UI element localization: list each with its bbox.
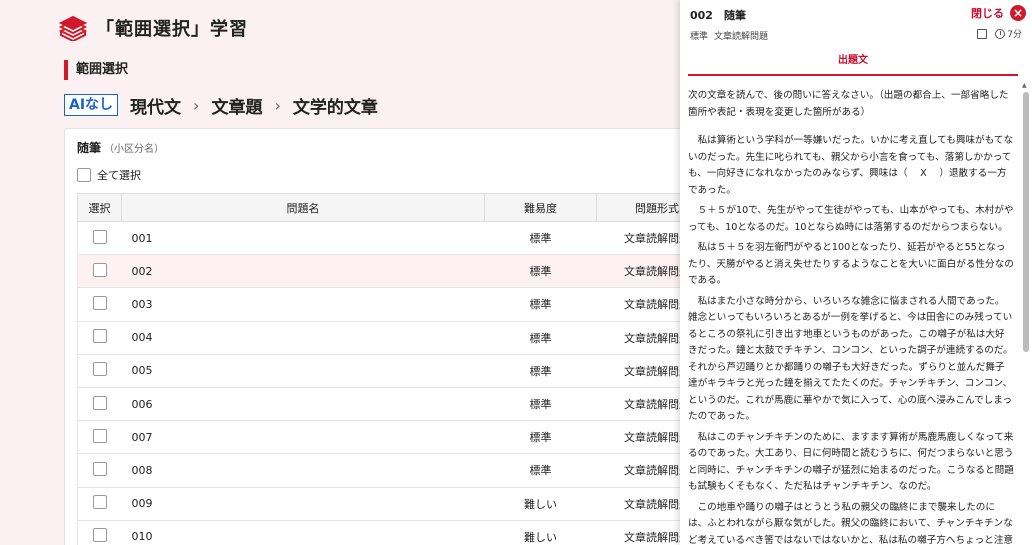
row-checkbox[interactable] <box>92 395 107 410</box>
row-select[interactable] <box>77 321 122 355</box>
passage-text: 次の文章を読んで、後の問いに答えなさい。（出題の都合上、一部省略した箇所や表記・… <box>688 88 1014 545</box>
panel-heading: 002 随筆 <box>690 7 746 23</box>
select-all-label: 全て選択 <box>97 169 141 182</box>
document-icon <box>977 28 988 39</box>
table-row[interactable]: 001 標準 文章読解問題 <box>77 221 718 256</box>
table-row[interactable]: 006 標準 文章読解問題 <box>77 387 718 422</box>
table-row[interactable]: 002 標準 文章読解問題 <box>77 254 718 289</box>
passage-intro: 次の文章を読んで、後の問いに答えなさい。（出題の都合上、一部省略した箇所や表記・… <box>688 90 1009 118</box>
close-label: 閉じる <box>971 7 1004 20</box>
row-select[interactable] <box>77 254 122 289</box>
question-id: 002 <box>690 9 713 22</box>
question-name[interactable]: 006 <box>121 387 485 422</box>
app-header: 「範囲選択」学習 <box>0 0 680 56</box>
column-header-select: 選択 <box>77 193 122 222</box>
scroll-up-icon[interactable]: ▲ <box>1022 82 1027 89</box>
question-name[interactable]: 008 <box>121 453 485 488</box>
card-title: 随筆 （小区分名） <box>77 139 164 156</box>
row-select[interactable] <box>77 487 122 521</box>
table-row[interactable]: 009 難しい 文章読解問題 <box>77 487 718 521</box>
panel-scrollbar[interactable]: ▲ <box>1022 80 1030 545</box>
passage-paragraph: ５＋５が10で、先生がやって生徒がやっても、山本がやっても、木村がやっても、10… <box>688 205 1014 233</box>
tab-passage[interactable]: 出題文 <box>688 50 1018 76</box>
table-row[interactable]: 008 標準 文章読解問題 <box>77 453 718 488</box>
question-difficulty: 標準 <box>484 321 597 355</box>
row-select[interactable] <box>77 387 122 422</box>
table-row[interactable]: 004 標準 文章読解問題 <box>77 321 718 355</box>
question-difficulty: 難しい <box>484 487 597 521</box>
passage-paragraph: この地車や踊りの囃子はとうとう私の親父の臨終にまで襲来したのには、ふとわれながら… <box>688 501 1014 545</box>
question-difficulty: 標準 <box>484 453 597 488</box>
row-checkbox[interactable] <box>92 229 107 244</box>
passage-paragraph: 私は算術という学科が一等嫌いだった。いかに考え直しても興味がもてないのだった。先… <box>688 135 1014 196</box>
row-checkbox[interactable] <box>92 461 107 476</box>
question-category: 随筆 <box>723 9 746 22</box>
question-name[interactable]: 003 <box>121 287 485 322</box>
question-name[interactable]: 004 <box>121 321 485 355</box>
chevron-right-icon: › <box>274 95 281 115</box>
row-checkbox[interactable] <box>92 329 107 344</box>
meta-difficulty: 標準 <box>690 32 709 42</box>
question-name[interactable]: 010 <box>121 520 485 545</box>
scroll-thumb[interactable] <box>1023 92 1029 352</box>
question-name[interactable]: 009 <box>121 487 485 521</box>
row-checkbox[interactable] <box>92 428 107 443</box>
question-name[interactable]: 001 <box>121 221 485 256</box>
breadcrumb: AIなし 現代文 › 文章題 › 文学的文章 <box>64 93 378 118</box>
column-header-name: 問題名 <box>121 193 485 222</box>
passage-paragraph: 私はこのチャンチキチンのために、ますます算術が馬鹿馬鹿しくなって来るのであった。… <box>688 431 1014 493</box>
column-header-difficulty: 難易度 <box>484 193 597 222</box>
row-select[interactable] <box>77 420 122 455</box>
app-title: 「範囲選択」学習 <box>96 19 248 40</box>
row-select[interactable] <box>77 287 122 322</box>
row-checkbox[interactable] <box>92 495 107 510</box>
question-difficulty: 難しい <box>484 520 597 545</box>
row-select[interactable] <box>77 453 122 488</box>
ai-badge: AIなし <box>64 94 119 116</box>
select-all-checkbox[interactable] <box>77 168 91 182</box>
close-icon[interactable]: × <box>1010 5 1026 21</box>
time-limit: 7分 <box>1007 30 1022 40</box>
question-difficulty: 標準 <box>484 254 597 289</box>
category-name: 随筆 <box>77 141 102 155</box>
question-difficulty: 標準 <box>484 387 597 422</box>
chevron-right-icon: › <box>193 95 200 115</box>
question-table: 選択 問題名 難易度 問題形式 001 標準 文章読解問題 002 標準 文章読解問題 00… <box>77 193 718 545</box>
row-checkbox[interactable] <box>92 362 107 377</box>
row-checkbox[interactable] <box>92 295 107 310</box>
question-info-icons: 7分 <box>977 27 1022 40</box>
row-select[interactable] <box>77 520 122 545</box>
clock-icon <box>995 28 1006 39</box>
select-all[interactable]: 全て選択 <box>77 167 141 183</box>
question-difficulty: 標準 <box>484 221 597 256</box>
question-difficulty: 標準 <box>484 354 597 388</box>
question-difficulty: 標準 <box>484 287 597 322</box>
question-meta: 標準 文章読解問題 <box>690 29 774 42</box>
meta-format: 文章読解問題 <box>714 32 769 42</box>
books-icon <box>58 15 88 41</box>
row-select[interactable] <box>77 221 122 256</box>
row-checkbox[interactable] <box>92 528 107 543</box>
table-row[interactable]: 003 標準 文章読解問題 <box>77 287 718 322</box>
table-row[interactable]: 010 難しい 文章読解問題 <box>77 520 718 545</box>
passage-paragraph: 私は５＋５を羽左衛門がやると100となったり、延若がやると55となったり、天勝が… <box>688 242 1014 286</box>
table-row[interactable]: 007 標準 文章読解問題 <box>77 420 718 455</box>
category-subtitle: （小区分名） <box>104 144 165 155</box>
question-name[interactable]: 007 <box>121 420 485 455</box>
section-label: 範囲選択 <box>64 60 128 80</box>
question-name[interactable]: 005 <box>121 354 485 388</box>
breadcrumb-item-2[interactable]: 文章題 <box>211 93 262 118</box>
question-name[interactable]: 002 <box>121 254 485 289</box>
breadcrumb-item-3: 文学的文章 <box>292 97 378 118</box>
close-button[interactable]: 閉じる × <box>971 5 1026 21</box>
question-difficulty: 標準 <box>484 420 597 455</box>
breadcrumb-item-1[interactable]: 現代文 <box>130 93 181 118</box>
table-row[interactable]: 005 標準 文章読解問題 <box>77 354 718 388</box>
question-list-card: 随筆 （小区分名） 全て選択 選択 問題名 難易度 問題形式 001 標準 文章読解問… <box>64 128 718 545</box>
passage-paragraph: 私はまた小さな時分から、いろいろな雑念に悩まされる人間であった。雑念といってもい… <box>688 295 1013 423</box>
row-select[interactable] <box>77 354 122 388</box>
question-detail-panel: 002 随筆 閉じる × 標準 文章読解問題 7分 出題文 次の文章を読んで、後の… <box>680 0 1032 545</box>
row-checkbox[interactable] <box>92 262 107 277</box>
